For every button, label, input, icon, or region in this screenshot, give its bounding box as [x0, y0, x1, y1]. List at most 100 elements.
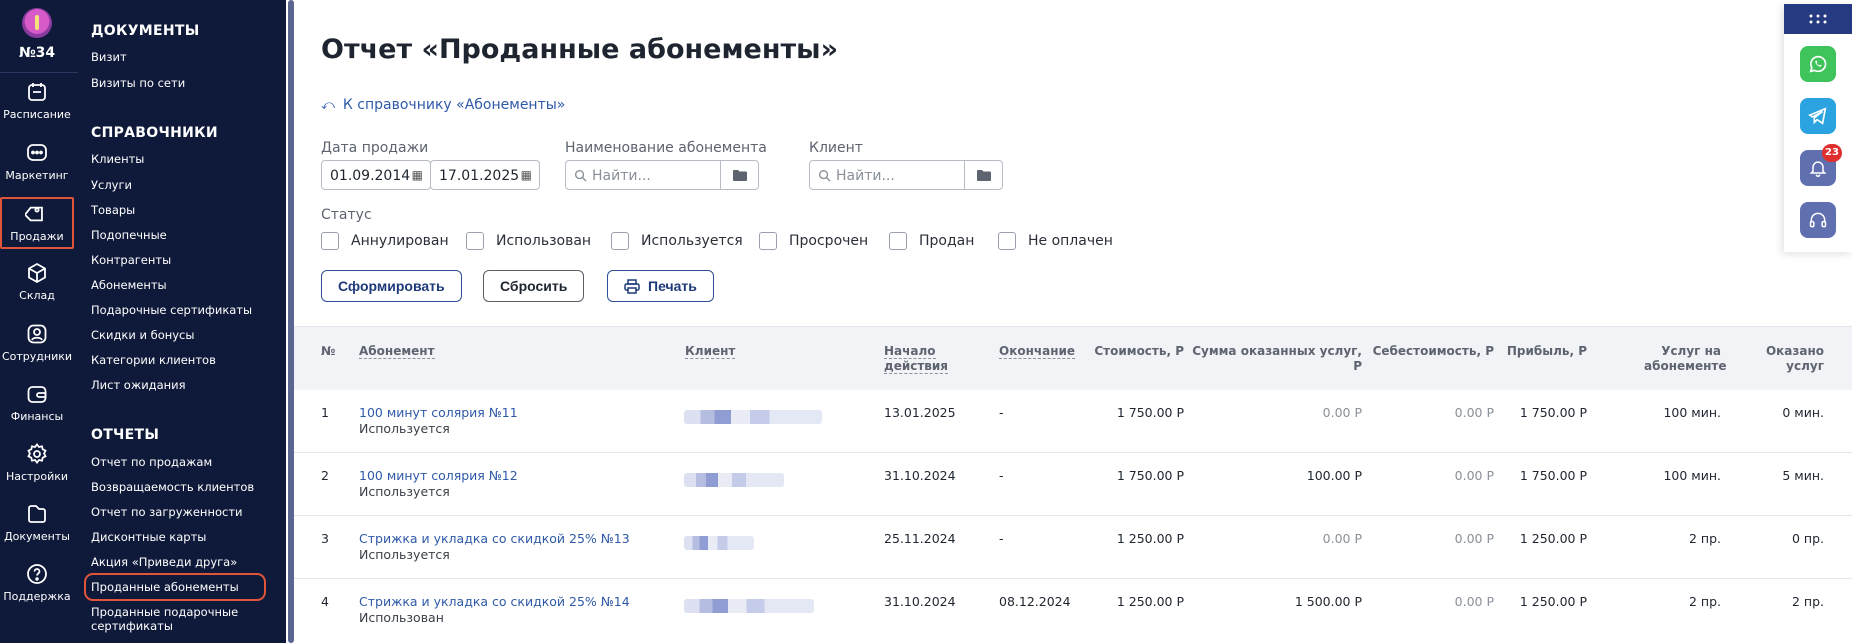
submenu-item-discount-cards[interactable]: Дисконтные карты [91, 530, 206, 544]
subscription-cell: Стрижка и укладка со скидкой 25% №14 Исп… [359, 594, 630, 626]
status-sold-checkbox[interactable]: Продан [889, 232, 974, 252]
cost-value: 1 750.00 Р [1116, 405, 1184, 420]
submenu-item-gift-certificates[interactable]: Подарочные сертификаты [91, 303, 252, 317]
table-row[interactable]: 3 Стрижка и укладка со скидкой 25% №13 И… [294, 516, 1852, 579]
subscription-link[interactable]: 100 минут солярия №12 [359, 468, 518, 484]
status-unpaid-checkbox[interactable]: Не оплачен [998, 232, 1113, 252]
subscription-link[interactable]: 100 минут солярия №11 [359, 405, 518, 421]
checkbox-box[interactable] [611, 232, 629, 250]
calendar-icon[interactable]: ▦ [412, 168, 423, 182]
sale-date-to-value: 17.01.2025 [439, 168, 520, 184]
subscription-cell: Стрижка и укладка со скидкой 25% №13 Исп… [359, 531, 630, 563]
submenu-item-network-visits[interactable]: Визиты по сети [91, 76, 185, 90]
rail-item-warehouse[interactable]: Склад [0, 261, 74, 315]
submenu-item-sales-report[interactable]: Отчет по продажам [91, 455, 212, 469]
rail-item-label: Расписание [3, 108, 71, 121]
checkbox-box[interactable] [889, 232, 907, 250]
submenu-item-services[interactable]: Услуги [91, 178, 132, 192]
column-header-label: Клиент [685, 344, 736, 359]
column-header-end[interactable]: Окончание [999, 344, 1076, 359]
status-used-checkbox[interactable]: Использован [466, 232, 591, 252]
table-row[interactable]: 4 Стрижка и укладка со скидкой 25% №14 И… [294, 579, 1852, 643]
rail-item-staff[interactable]: Сотрудники [0, 322, 74, 376]
client-picker-button[interactable] [964, 161, 1002, 189]
submenu-item-client-retention[interactable]: Возвращаемость клиентов [91, 480, 254, 494]
telegram-button[interactable] [1800, 98, 1836, 134]
client-name-redacted[interactable] [684, 536, 754, 550]
client-name-redacted[interactable] [684, 410, 822, 424]
branch-number[interactable]: №34 [0, 45, 74, 61]
sale-date-label: Дата продажи [321, 140, 429, 156]
branch-logo-icon[interactable] [22, 8, 52, 38]
checkbox-box[interactable] [466, 232, 484, 250]
rail-item-marketing[interactable]: Маркетинг [0, 141, 74, 195]
telegram-icon [1808, 107, 1827, 125]
column-header-client[interactable]: Клиент [685, 344, 736, 359]
table-row[interactable]: 1 100 минут солярия №11 Используется 13.… [294, 390, 1852, 453]
rail-item-sales[interactable]: Продажи [0, 197, 74, 249]
submenu-item-subscriptions[interactable]: Абонементы [91, 278, 167, 292]
services-sum-value: 1 500.00 Р [1294, 594, 1362, 609]
back-arrow-icon: ⤺ [321, 98, 335, 113]
generate-button[interactable]: Сформировать [321, 270, 462, 302]
client-name-redacted[interactable] [684, 599, 814, 613]
rail-item-finance[interactable]: Финансы [0, 382, 74, 436]
status-in-use-checkbox[interactable]: Используется [611, 232, 743, 252]
services-total-value: 2 пр. [1688, 531, 1721, 546]
submenu-item-goods[interactable]: Товары [91, 203, 135, 217]
table-row[interactable]: 2 100 минут солярия №12 Используется 31.… [294, 453, 1852, 516]
submenu-item-clients[interactable]: Клиенты [91, 152, 144, 166]
status-expired-checkbox[interactable]: Просрочен [759, 232, 868, 252]
help-icon [27, 564, 47, 584]
checkbox-box[interactable] [759, 232, 777, 250]
sale-date-from-input[interactable]: 01.09.2014 ▦ [321, 160, 431, 190]
submenu-item-sold-gift-certificates[interactable]: Проданные подарочные сертификаты [91, 605, 238, 633]
subscription-search-input[interactable]: Найти... [565, 160, 759, 190]
rail-item-support[interactable]: Поддержка [0, 562, 74, 616]
status-cancelled-checkbox[interactable]: Аннулирован [321, 232, 449, 252]
checkbox-box[interactable] [998, 232, 1016, 250]
submenu-item-waitlist[interactable]: Лист ожидания [91, 378, 186, 392]
column-header-services-total: Услуг на абонементе [1644, 344, 1727, 373]
sale-date-to-input[interactable]: 17.01.2025 ▦ [430, 160, 540, 190]
back-to-subscriptions-link[interactable]: ⤺ К справочнику «Абонементы» [321, 97, 565, 113]
rail-item-documents[interactable]: Документы [0, 502, 74, 556]
submenu-item-contractors[interactable]: Контрагенты [91, 253, 171, 267]
submenu-item-sold-subscriptions[interactable]: Проданные абонементы [84, 573, 266, 601]
column-header-subscription[interactable]: Абонемент [359, 344, 435, 359]
calendar-icon[interactable]: ▦ [521, 168, 532, 182]
subscription-link[interactable]: Стрижка и укладка со скидкой 25% №14 [359, 594, 630, 610]
support-chat-button[interactable] [1800, 202, 1836, 238]
submenu-item-discounts[interactable]: Скидки и бонусы [91, 328, 194, 342]
client-search-input[interactable]: Найти... [809, 160, 1003, 190]
checkbox-label: Используется [641, 233, 743, 249]
notifications-button[interactable]: 23 [1800, 144, 1842, 186]
prime-cost-value: 0.00 Р [1454, 468, 1494, 483]
checkbox-box[interactable] [321, 232, 339, 250]
submenu-item-refer-friend[interactable]: Акция «Приведи друга» [91, 555, 237, 569]
whatsapp-button[interactable] [1800, 46, 1836, 82]
submenu-item-load-report[interactable]: Отчет по загруженности [91, 505, 243, 519]
rail-item-settings[interactable]: Настройки [0, 442, 74, 496]
client-name-redacted[interactable] [684, 473, 784, 487]
profit-value: 1 250.00 Р [1519, 531, 1587, 546]
subscription-link[interactable]: Стрижка и укладка со скидкой 25% №13 [359, 531, 630, 547]
client-label: Клиент [809, 140, 863, 156]
print-button[interactable]: Печать [607, 270, 714, 302]
reset-button[interactable]: Сбросить [483, 270, 585, 302]
report-main: Отчет «Проданные абонементы» ⤺ К справочн… [294, 0, 1852, 643]
submenu-item-visit[interactable]: Визит [91, 50, 127, 64]
column-header-services-done: Оказано услуг [1765, 344, 1824, 373]
subscription-picker-button[interactable] [720, 161, 758, 189]
user-icon [27, 324, 47, 344]
rail-item-label: Финансы [10, 410, 64, 423]
widget-menu-button[interactable] [1784, 4, 1852, 34]
print-button-label: Печать [648, 278, 697, 294]
printer-icon [624, 278, 640, 294]
column-header-start[interactable]: Начало действия [884, 344, 954, 374]
rail-item-schedule[interactable]: Расписание [0, 80, 74, 134]
submenu-item-wards[interactable]: Подопечные [91, 228, 167, 242]
column-header-label: Абонемент [359, 344, 435, 359]
prime-cost-value: 0.00 Р [1454, 594, 1494, 609]
submenu-item-client-categories[interactable]: Категории клиентов [91, 353, 216, 367]
